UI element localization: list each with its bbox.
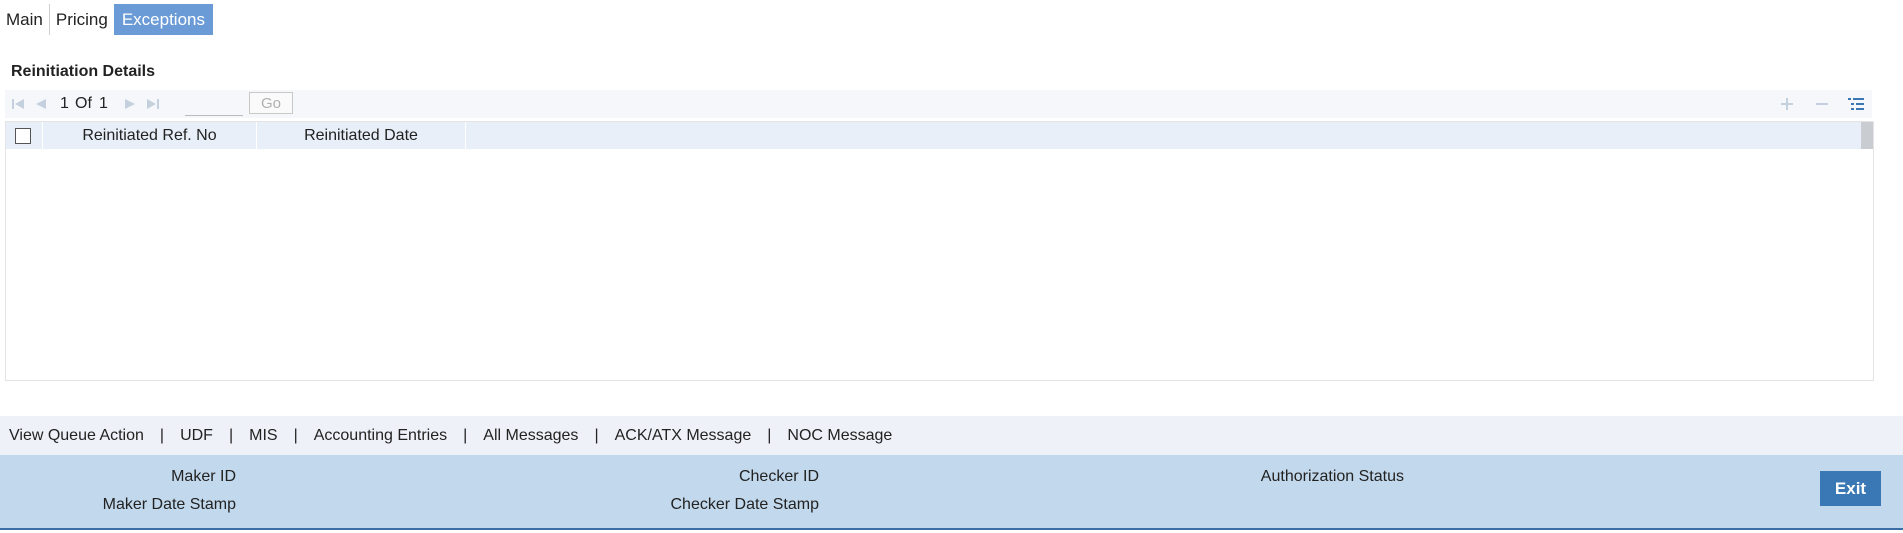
page-of-label: Of xyxy=(75,95,92,112)
link-mis[interactable]: MIS xyxy=(249,427,277,445)
checker-id-label: Checker ID xyxy=(738,468,819,485)
link-separator: | xyxy=(293,426,298,444)
total-pages: 1 xyxy=(99,95,108,112)
link-separator: | xyxy=(228,426,234,444)
grid-toolbar: 1 Of 1 Go xyxy=(5,90,1872,118)
maker-id-label: Maker ID xyxy=(171,468,236,485)
section-title: Reinitiation Details xyxy=(11,63,156,80)
grid-header: Reinitiated Ref. No Reinitiated Date xyxy=(6,122,1864,149)
select-all-checkbox[interactable] xyxy=(15,128,31,144)
link-separator: | xyxy=(594,426,599,444)
link-separator: | xyxy=(159,426,165,444)
last-page-icon[interactable] xyxy=(145,96,161,112)
page-number-input[interactable] xyxy=(185,95,243,116)
maker-date-stamp-label: Maker Date Stamp xyxy=(102,496,236,513)
footer-links-bar: View Queue Action | UDF | MIS | Accounti… xyxy=(0,416,1903,455)
link-separator: | xyxy=(767,426,772,444)
link-view-queue-action[interactable]: View Queue Action xyxy=(9,427,144,445)
link-ack-atx-message[interactable]: ACK/ATX Message xyxy=(615,427,752,445)
go-button[interactable]: Go xyxy=(249,92,293,114)
exit-button[interactable]: Exit xyxy=(1820,471,1881,506)
add-row-icon[interactable] xyxy=(1778,96,1796,112)
link-all-messages[interactable]: All Messages xyxy=(483,427,578,445)
tab-pricing[interactable]: Pricing xyxy=(48,4,114,35)
tab-main[interactable]: Main xyxy=(0,4,49,35)
select-all-cell xyxy=(6,122,43,149)
current-page: 1 xyxy=(60,95,69,112)
delete-row-icon[interactable] xyxy=(1813,96,1831,112)
grid-scrollbar[interactable] xyxy=(1861,122,1873,149)
link-udf[interactable]: UDF xyxy=(180,427,213,445)
single-view-icon[interactable] xyxy=(1847,96,1865,112)
link-accounting-entries[interactable]: Accounting Entries xyxy=(314,427,447,445)
tab-bar: Main Pricing Exceptions xyxy=(0,4,213,35)
column-header-date[interactable]: Reinitiated Date xyxy=(257,122,466,149)
tab-exceptions[interactable]: Exceptions xyxy=(113,4,213,35)
checker-date-stamp-label: Checker Date Stamp xyxy=(670,496,819,513)
authorization-status-label: Authorization Status xyxy=(1260,468,1404,485)
first-page-icon[interactable] xyxy=(10,96,26,112)
next-page-icon[interactable] xyxy=(122,96,138,112)
link-noc-message[interactable]: NOC Message xyxy=(787,427,892,445)
previous-page-icon[interactable] xyxy=(33,96,49,112)
reinitiation-grid: Reinitiated Ref. No Reinitiated Date xyxy=(5,121,1874,381)
column-header-ref-no[interactable]: Reinitiated Ref. No xyxy=(43,122,257,149)
audit-status-bar: Maker ID Maker Date Stamp Checker ID Che… xyxy=(0,455,1903,530)
link-separator: | xyxy=(463,426,468,444)
